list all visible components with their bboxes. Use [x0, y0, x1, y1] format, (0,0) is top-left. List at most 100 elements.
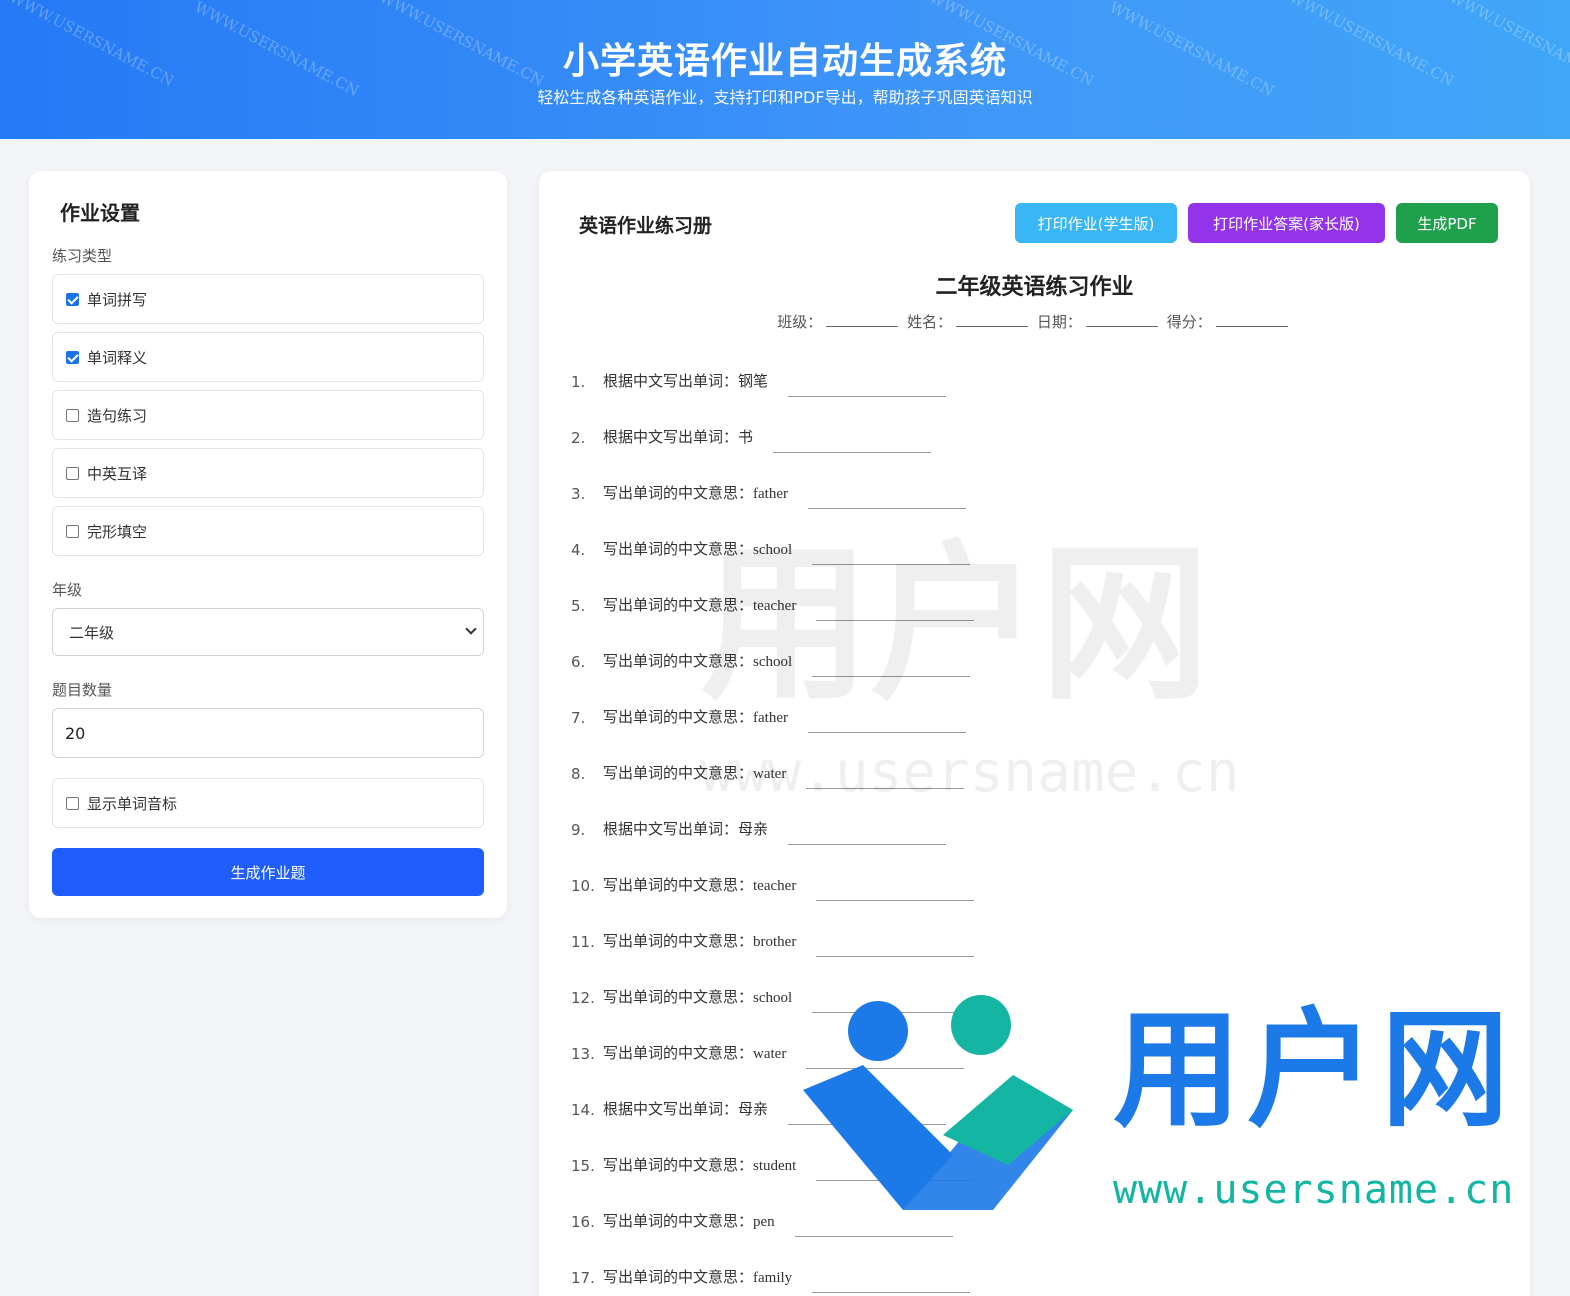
question-prompt: 写出单词的中文意思： [603, 652, 754, 670]
question-prompt: 写出单词的中文意思： [603, 876, 754, 894]
option-sentence-making[interactable]: 造句练习 [52, 390, 484, 440]
question-count-input[interactable]: 20 [52, 708, 484, 758]
page-subtitle: 轻松生成各种英语作业，支持打印和PDF导出，帮助孩子巩固英语知识 [537, 88, 1033, 107]
sheet-info: 班级： 姓名： 日期： 得分： [539, 311, 1530, 332]
workbook-panel: 英语作业练习册 打印作业(学生版) 打印作业答案(家长版) 生成PDF 二年级英… [539, 171, 1530, 1296]
option-translation[interactable]: 中英互译 [52, 448, 484, 498]
question-item: 6. 写出单词的中文意思： school [571, 647, 971, 677]
question-prompt: 写出单词的中文意思： [603, 708, 754, 726]
answer-blank[interactable] [788, 1105, 947, 1125]
question-number: 6. [571, 653, 586, 671]
answer-blank[interactable] [788, 377, 947, 397]
question-word: brother [753, 934, 797, 950]
generate-button[interactable]: 生成作业题 [52, 848, 484, 896]
question-prompt: 写出单词的中文意思： [603, 1156, 754, 1174]
question-number: 13. [571, 1045, 595, 1063]
option-label: 中英互译 [87, 464, 148, 483]
question-number: 15. [571, 1157, 595, 1175]
generate-pdf-button[interactable]: 生成PDF [1396, 203, 1498, 243]
question-prompt: 写出单词的中文意思： [603, 932, 754, 950]
sheet-title: 二年级英语练习作业 [935, 275, 1134, 300]
print-parent-button[interactable]: 打印作业答案(家长版) [1188, 203, 1385, 243]
question-prompt: 写出单词的中文意思： [603, 1268, 754, 1286]
question-word: 书 [738, 430, 754, 446]
question-prompt: 写出单词的中文意思： [603, 1212, 754, 1230]
question-number: 7. [571, 709, 586, 727]
answer-blank[interactable] [816, 1161, 975, 1181]
question-word: pen [753, 1214, 775, 1230]
name-blank [956, 315, 1029, 327]
workbook-title: 英语作业练习册 [579, 215, 713, 237]
settings-title: 作业设置 [60, 201, 140, 225]
question-item: 4. 写出单词的中文意思： school [571, 535, 971, 565]
name-label: 姓名： [907, 313, 953, 331]
print-student-button[interactable]: 打印作业(学生版) [1015, 203, 1177, 243]
question-item: 9. 根据中文写出单词： 母亲 [571, 815, 947, 845]
practice-type-label: 练习类型 [52, 247, 113, 265]
question-item: 5. 写出单词的中文意思： teacher [571, 591, 975, 621]
answer-blank[interactable] [816, 601, 975, 621]
date-label: 日期： [1036, 313, 1082, 331]
answer-blank[interactable] [808, 713, 966, 733]
class-label: 班级： [777, 313, 823, 331]
answer-blank[interactable] [816, 937, 975, 957]
option-cloze[interactable]: 完形填空 [52, 506, 484, 556]
answer-blank[interactable] [812, 993, 971, 1013]
class-blank [826, 315, 899, 327]
checkbox-show-phonetic[interactable] [66, 796, 79, 810]
question-item: 10. 写出单词的中文意思： teacher [571, 871, 975, 901]
option-word-meaning[interactable]: 单词释义 [52, 332, 484, 382]
question-word: school [753, 654, 793, 670]
question-word: school [753, 542, 793, 558]
option-label: 造句练习 [87, 406, 148, 425]
grade-value: 二年级 [69, 623, 115, 642]
question-number: 17. [571, 1269, 595, 1287]
question-word: 钢笔 [738, 374, 769, 390]
question-item: 2. 根据中文写出单词：书 [571, 423, 932, 453]
question-word: water [753, 766, 787, 782]
question-word: teacher [753, 598, 797, 614]
answer-blank[interactable] [812, 657, 971, 677]
option-word-spelling[interactable]: 单词拼写 [52, 274, 484, 324]
checkbox-word-spelling[interactable] [66, 292, 79, 306]
page-header: WWW.USERSNAME.CN WWW.USERSNAME.CN WWW.US… [0, 0, 1570, 139]
checkbox-sentence-making[interactable] [66, 408, 79, 422]
answer-blank[interactable] [788, 825, 947, 845]
page-title: 小学英语作业自动生成系统 [562, 41, 1007, 82]
question-prompt: 写出单词的中文意思： [603, 596, 754, 614]
question-prompt: 写出单词的中文意思： [603, 764, 754, 782]
answer-blank[interactable] [808, 489, 966, 509]
answer-blank[interactable] [816, 881, 975, 901]
checkbox-cloze[interactable] [66, 524, 79, 538]
question-word: father [753, 710, 788, 726]
question-prompt: 根据中文写出单词： [603, 428, 739, 446]
answer-blank[interactable] [806, 1049, 965, 1069]
question-word: family [753, 1270, 793, 1286]
answer-blank[interactable] [806, 769, 965, 789]
answer-blank[interactable] [794, 1217, 953, 1237]
date-blank [1085, 315, 1158, 327]
question-prompt: 写出单词的中文意思： [603, 540, 754, 558]
question-word: 母亲 [738, 1102, 769, 1118]
answer-blank[interactable] [812, 1273, 971, 1293]
question-number: 16. [571, 1213, 595, 1231]
grade-select[interactable]: 二年级 [52, 608, 484, 656]
checkbox-translation[interactable] [66, 466, 79, 480]
option-label: 单词释义 [87, 348, 148, 367]
answer-blank[interactable] [812, 545, 971, 565]
question-item: 17. 写出单词的中文意思： family [571, 1263, 971, 1293]
question-prompt: 写出单词的中文意思： [603, 484, 754, 502]
question-prompt: 写出单词的中文意思： [603, 1044, 754, 1062]
question-number: 2. [571, 429, 586, 447]
question-number: 9. [571, 821, 586, 839]
option-label: 单词拼写 [87, 290, 148, 309]
option-label: 显示单词音标 [87, 794, 178, 813]
question-prompt: 写出单词的中文意思： [603, 988, 754, 1006]
checkbox-word-meaning[interactable] [66, 350, 79, 364]
count-label: 题目数量 [52, 681, 113, 699]
question-item: 14. 根据中文写出单词： 母亲 [571, 1095, 947, 1125]
question-number: 10. [571, 877, 595, 895]
option-show-phonetic[interactable]: 显示单词音标 [52, 778, 484, 828]
answer-blank[interactable] [773, 433, 932, 453]
question-number: 11. [571, 933, 595, 951]
